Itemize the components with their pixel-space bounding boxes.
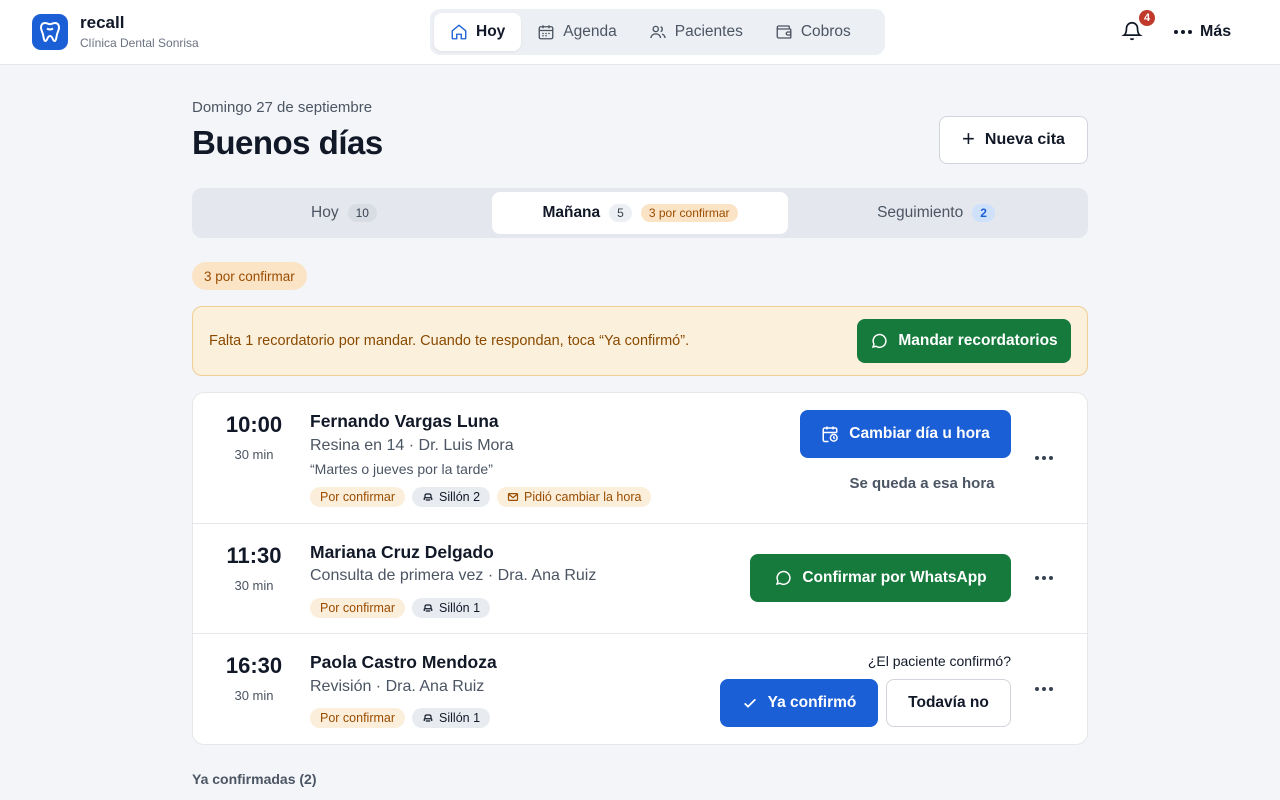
chair-badge: Sillón 1 bbox=[412, 708, 491, 728]
pending-confirmation-badge: 3 por confirmar bbox=[640, 204, 738, 222]
whatsapp-icon bbox=[872, 333, 887, 349]
patient-note: “Martes o jueves por la tarde” bbox=[310, 461, 493, 477]
appointment-procedure: Consulta de primera vez · Dra. Ana Ruiz bbox=[310, 567, 597, 584]
appointment-duration: 30 min bbox=[234, 447, 274, 462]
keep-time-button[interactable]: Se queda a esa hora bbox=[800, 475, 1044, 492]
status-badge: Por confirmar bbox=[310, 708, 406, 728]
appointment-duration: 30 min bbox=[234, 688, 274, 703]
clinic-name: Clínica Dental Sonrisa bbox=[80, 36, 199, 50]
new-appointment-button[interactable]: + Nueva cita bbox=[939, 116, 1088, 164]
appointment-procedure: Revisión · Dra. Ana Ruiz bbox=[310, 678, 485, 695]
nav-item-label: Hoy bbox=[476, 23, 506, 40]
notifications-count-badge: 4 bbox=[1137, 8, 1157, 28]
reschedule-label: Cambiar día u hora bbox=[849, 425, 990, 442]
status-badge: Por confirmar bbox=[310, 598, 406, 618]
nav-item-agenda[interactable]: Agenda bbox=[521, 13, 632, 51]
more-dots-icon bbox=[1035, 576, 1053, 580]
day-tabs: Hoy 10 Mañana 5 3 por confirmar Seguimie… bbox=[192, 188, 1088, 238]
mail-icon bbox=[507, 493, 519, 501]
send-reminders-label: Mandar recordatorios bbox=[898, 332, 1058, 349]
confirmed-section-label[interactable]: Ya confirmadas (2) bbox=[192, 771, 317, 787]
appointment-duration: 30 min bbox=[234, 578, 274, 593]
calendar-clock-icon bbox=[822, 426, 839, 443]
tab-label: Mañana bbox=[542, 204, 601, 221]
confirm-whatsapp-label: Confirmar por WhatsApp bbox=[802, 569, 987, 586]
appointment-time: 16:30 bbox=[225, 653, 283, 678]
patient-name[interactable]: Paola Castro Mendoza bbox=[310, 652, 497, 673]
tab-label: Hoy bbox=[311, 204, 339, 221]
appointment-row: 11:30 30 min Mariana Cruz Delgado Consul… bbox=[193, 524, 1087, 634]
home-icon bbox=[451, 24, 467, 40]
check-icon bbox=[743, 698, 756, 708]
not-yet-button[interactable]: Todavía no bbox=[886, 679, 1011, 727]
nav-item-pacientes[interactable]: Pacientes bbox=[633, 13, 759, 51]
tab-count: 5 bbox=[609, 204, 632, 222]
more-label: Más bbox=[1200, 23, 1232, 40]
reschedule-button[interactable]: Cambiar día u hora bbox=[800, 410, 1011, 458]
chair-label: Sillón 1 bbox=[439, 601, 481, 615]
tab-manana[interactable]: Mañana 5 3 por confirmar bbox=[492, 192, 788, 234]
confirm-whatsapp-button[interactable]: Confirmar por WhatsApp bbox=[750, 554, 1011, 602]
brand-name: recall bbox=[80, 13, 125, 32]
appointment-row: 10:00 30 min Fernando Vargas Luna Resina… bbox=[193, 393, 1087, 524]
plus-icon: + bbox=[962, 126, 975, 151]
appointment-list: 10:00 30 min Fernando Vargas Luna Resina… bbox=[192, 392, 1088, 745]
confirmation-question: ¿El paciente confirmó? bbox=[867, 653, 1011, 669]
reschedule-request-badge: Pidió cambiar la hora bbox=[497, 487, 652, 507]
request-label: Pidió cambiar la hora bbox=[524, 490, 642, 504]
nav-item-hoy[interactable]: Hoy bbox=[434, 13, 522, 51]
nav-item-label: Cobros bbox=[800, 23, 851, 40]
chair-badge: Sillón 2 bbox=[412, 487, 491, 507]
new-appointment-label: Nueva cita bbox=[984, 131, 1065, 148]
tab-label: Seguimiento bbox=[877, 204, 964, 221]
chair-icon bbox=[423, 493, 433, 501]
page-title: Buenos días bbox=[192, 124, 383, 161]
appointment-badges: Por confirmar Sillón 1 bbox=[310, 598, 491, 618]
chair-icon bbox=[423, 604, 433, 612]
more-dots-icon bbox=[1174, 30, 1192, 34]
section-chip-pending: 3 por confirmar bbox=[192, 262, 307, 290]
already-confirmed-button[interactable]: Ya confirmó bbox=[720, 679, 878, 727]
more-menu-button[interactable]: Más bbox=[1174, 21, 1231, 43]
appointment-procedure: Resina en 14 · Dr. Luis Mora bbox=[310, 437, 514, 454]
whatsapp-icon bbox=[776, 570, 791, 586]
appointment-badges: Por confirmar Sillón 2 Pidió cambiar la … bbox=[310, 487, 652, 507]
users-icon bbox=[649, 25, 666, 39]
wallet-icon bbox=[776, 25, 792, 39]
nav-item-cobros[interactable]: Cobros bbox=[759, 13, 867, 51]
current-date: Domingo 27 de septiembre bbox=[192, 99, 373, 116]
row-more-button[interactable] bbox=[1033, 447, 1055, 469]
chair-icon bbox=[423, 714, 433, 722]
patient-name[interactable]: Mariana Cruz Delgado bbox=[310, 542, 494, 563]
calendar-icon bbox=[538, 25, 554, 40]
send-reminders-button[interactable]: Mandar recordatorios bbox=[857, 319, 1071, 363]
appointment-badges: Por confirmar Sillón 1 bbox=[310, 708, 491, 728]
more-dots-icon bbox=[1035, 456, 1053, 460]
more-dots-icon bbox=[1035, 687, 1053, 691]
tab-seguimiento[interactable]: Seguimiento 2 bbox=[788, 192, 1084, 234]
tab-count: 2 bbox=[972, 204, 995, 222]
status-badge: Por confirmar bbox=[310, 487, 406, 507]
appointment-time: 10:00 bbox=[225, 412, 283, 437]
tooth-logo-icon[interactable] bbox=[32, 14, 68, 50]
chair-badge: Sillón 1 bbox=[412, 598, 491, 618]
patient-name[interactable]: Fernando Vargas Luna bbox=[310, 411, 499, 432]
chair-label: Sillón 2 bbox=[439, 490, 481, 504]
already-confirmed-label: Ya confirmó bbox=[767, 694, 857, 711]
appointment-row: 16:30 30 min Paola Castro Mendoza Revisi… bbox=[193, 634, 1087, 744]
banner-text: Falta 1 recordatorio por mandar. Cuando … bbox=[209, 333, 690, 349]
nav-item-label: Agenda bbox=[563, 23, 617, 40]
appointment-time: 11:30 bbox=[226, 543, 282, 568]
chair-label: Sillón 1 bbox=[439, 711, 481, 725]
row-more-button[interactable] bbox=[1033, 567, 1055, 589]
tab-hoy[interactable]: Hoy 10 bbox=[196, 192, 492, 234]
main-nav: Hoy Agenda Pacientes Cobros bbox=[430, 9, 885, 55]
top-bar: recall Clínica Dental Sonrisa Hoy Agenda… bbox=[0, 0, 1280, 65]
nav-item-label: Pacientes bbox=[674, 23, 743, 40]
row-more-button[interactable] bbox=[1033, 678, 1055, 700]
tab-count: 10 bbox=[347, 204, 377, 222]
reminder-banner: Falta 1 recordatorio por mandar. Cuando … bbox=[192, 306, 1088, 376]
